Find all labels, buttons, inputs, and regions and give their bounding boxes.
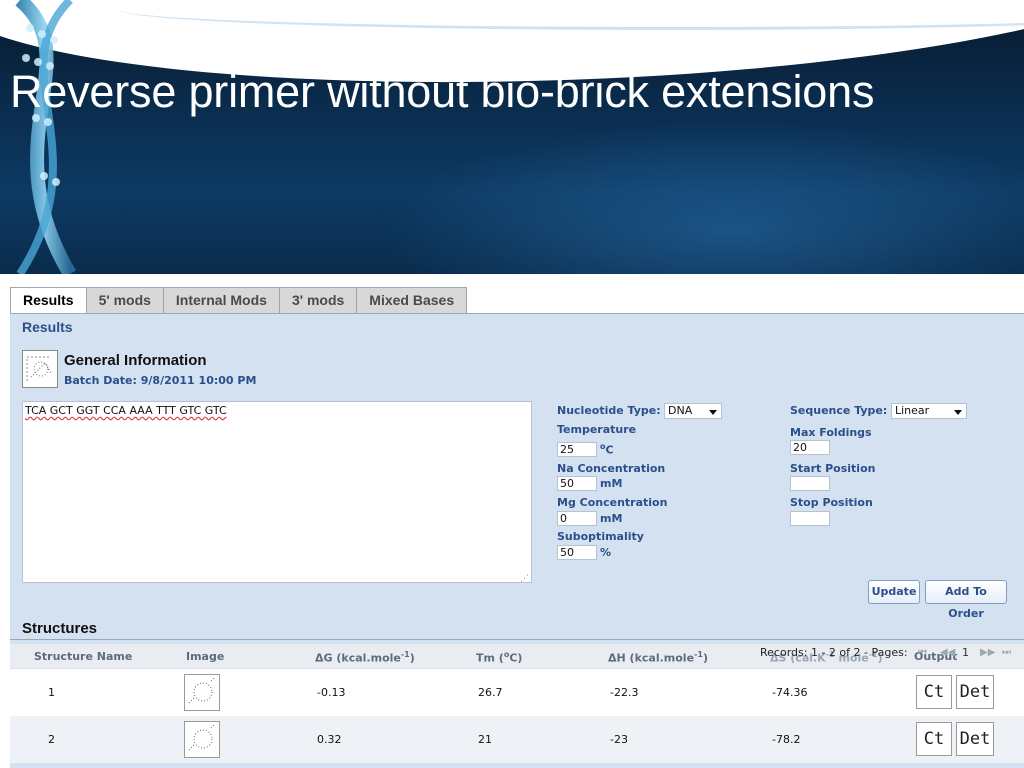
pager-first-icon[interactable]: ⏮ bbox=[918, 647, 927, 658]
max-foldings-label: Max Foldings bbox=[790, 426, 872, 439]
tab-3-mods[interactable]: 3' mods bbox=[278, 287, 358, 313]
start-position-input[interactable] bbox=[790, 476, 830, 491]
nucleotide-type-value: DNA bbox=[668, 404, 693, 417]
tab-5-mods[interactable]: 5' mods bbox=[85, 287, 164, 313]
structure-name-cell: 1 bbox=[48, 686, 55, 699]
ct-output-button[interactable]: Ct bbox=[916, 675, 952, 709]
sequence-input[interactable]: TCA GCT GGT CCA AAA TTT GTC GTC bbox=[22, 401, 532, 583]
mg-concentration-unit: mM bbox=[600, 512, 623, 525]
temperature-label: Temperature bbox=[557, 423, 637, 436]
slide-title: Reverse primer without bio-brick extensi… bbox=[10, 66, 875, 117]
stop-position-input[interactable] bbox=[790, 511, 830, 526]
add-to-order-button[interactable]: Add To Order bbox=[925, 580, 1007, 620]
tm-cell: 26.7 bbox=[478, 686, 503, 699]
resize-grip-icon[interactable]: ⋰ bbox=[520, 574, 529, 584]
tab-results[interactable]: Results bbox=[10, 287, 87, 314]
temperature-unit: oC bbox=[600, 442, 614, 457]
stop-position-label: Stop Position bbox=[790, 496, 873, 509]
pager-last-icon[interactable]: ⏭ bbox=[1002, 647, 1011, 658]
mg-concentration-label: Mg Concentration bbox=[557, 496, 668, 509]
na-concentration-input[interactable]: 50 bbox=[557, 476, 597, 491]
tm-cell: 21 bbox=[478, 733, 492, 746]
primer-analysis-app: Results 5' mods Internal Mods 3' mods Mi… bbox=[10, 287, 1024, 768]
chevron-down-icon bbox=[954, 410, 962, 415]
table-row: 2 0.32 21 -23 -78.2 Ct Det bbox=[10, 716, 1024, 763]
sequence-type-label: Sequence Type: bbox=[790, 404, 888, 417]
structure-thumbnail-icon bbox=[22, 350, 58, 388]
records-count: Records: 1 - 2 of 2 - Pages: bbox=[760, 646, 908, 659]
chevron-down-icon bbox=[709, 410, 717, 415]
results-heading: Results bbox=[22, 319, 73, 335]
det-output-button[interactable]: Det bbox=[956, 722, 994, 756]
banner-glow bbox=[380, 120, 1024, 274]
pager-prev-icon[interactable]: ◀◀ bbox=[940, 647, 955, 658]
suboptimality-input[interactable]: 50 bbox=[557, 545, 597, 560]
sequence-type-select[interactable]: Linear bbox=[891, 403, 967, 419]
sequence-type-value: Linear bbox=[895, 404, 930, 417]
pager-next-icon[interactable]: ▶▶ bbox=[980, 647, 995, 658]
table-row: 1 -0.13 26.7 -22.3 -74.36 Ct Det bbox=[10, 669, 1024, 716]
col-delta-g: ΔG (kcal.mole-1) bbox=[315, 650, 415, 665]
tab-mixed-bases[interactable]: Mixed Bases bbox=[356, 287, 468, 313]
sequence-text: TCA GCT GGT CCA AAA TTT GTC GTC bbox=[25, 404, 227, 417]
col-structure-name: Structure Name bbox=[34, 650, 133, 663]
max-foldings-input[interactable]: 20 bbox=[790, 440, 830, 455]
results-panel: Results General Information Batch Date: … bbox=[10, 313, 1024, 768]
col-image: Image bbox=[186, 650, 225, 663]
temperature-input[interactable]: 25 bbox=[557, 442, 597, 457]
mg-concentration-input[interactable]: 0 bbox=[557, 511, 597, 526]
col-delta-h: ΔH (kcal.mole-1) bbox=[608, 650, 708, 665]
tab-internal-mods[interactable]: Internal Mods bbox=[162, 287, 280, 313]
delta-h-cell: -22.3 bbox=[610, 686, 639, 699]
suboptimality-label: Suboptimality bbox=[557, 530, 644, 543]
det-output-button[interactable]: Det bbox=[956, 675, 994, 709]
tab-bar: Results 5' mods Internal Mods 3' mods Mi… bbox=[10, 287, 468, 314]
col-tm: Tm (oC) bbox=[476, 650, 523, 665]
delta-g-cell: -0.13 bbox=[317, 686, 346, 699]
suboptimality-unit: % bbox=[600, 546, 612, 559]
na-concentration-unit: mM bbox=[600, 477, 623, 490]
structure-image-icon[interactable] bbox=[184, 721, 220, 758]
delta-h-cell: -23 bbox=[610, 733, 628, 746]
delta-g-cell: 0.32 bbox=[317, 733, 342, 746]
general-information-title: General Information bbox=[64, 352, 207, 369]
nucleotide-type-label: Nucleotide Type: bbox=[557, 404, 661, 417]
slide-banner: Reverse primer without bio-brick extensi… bbox=[0, 0, 1024, 274]
na-concentration-label: Na Concentration bbox=[557, 462, 666, 475]
batch-date: Batch Date: 9/8/2011 10:00 PM bbox=[64, 374, 257, 387]
structure-image-icon[interactable] bbox=[184, 674, 220, 711]
pager-page-number[interactable]: 1 bbox=[962, 646, 969, 659]
dna-helix-icon bbox=[15, 0, 77, 274]
structures-divider bbox=[10, 639, 1024, 640]
delta-s-cell: -74.36 bbox=[772, 686, 808, 699]
structure-name-cell: 2 bbox=[48, 733, 55, 746]
ct-output-button[interactable]: Ct bbox=[916, 722, 952, 756]
delta-s-cell: -78.2 bbox=[772, 733, 801, 746]
structures-title: Structures bbox=[22, 620, 98, 637]
update-button[interactable]: Update bbox=[868, 580, 920, 604]
nucleotide-type-select[interactable]: DNA bbox=[664, 403, 722, 419]
start-position-label: Start Position bbox=[790, 462, 876, 475]
